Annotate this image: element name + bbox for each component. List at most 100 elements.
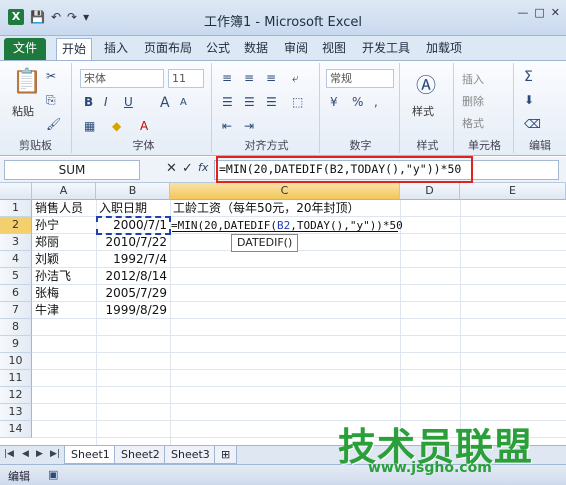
insert-cells-button[interactable]: 插入 <box>462 71 484 87</box>
spreadsheet-grid[interactable]: A B C D E 1 2 3 4 5 6 7 8 9 10 11 12 13 14 销售人员 入职日期 … <box>0 183 566 445</box>
cell-a2[interactable]: 孙宁 <box>35 217 59 234</box>
row-header-9[interactable]: 9 <box>0 336 32 353</box>
column-header-c[interactable]: C <box>170 183 400 200</box>
tab-data[interactable]: 数据 <box>240 38 272 60</box>
enter-icon[interactable]: ✓ <box>182 161 193 176</box>
font-name-select[interactable]: 宋体 <box>80 69 164 88</box>
border-icon[interactable]: ▦ <box>84 119 95 133</box>
grow-font-button[interactable]: A <box>160 95 170 111</box>
select-all-corner[interactable] <box>0 183 32 200</box>
column-header-a[interactable]: A <box>32 183 96 200</box>
tab-home[interactable]: 开始 <box>56 38 92 60</box>
row-header-11[interactable]: 11 <box>0 370 32 387</box>
cell-b4[interactable]: 1992/7/4 <box>96 251 170 268</box>
row-header-13[interactable]: 13 <box>0 404 32 421</box>
row-header-2[interactable]: 2 <box>0 217 32 234</box>
row-header-4[interactable]: 4 <box>0 251 32 268</box>
maximize-button[interactable]: □ <box>534 6 544 19</box>
cell-a7[interactable]: 牛津 <box>35 302 59 319</box>
shrink-font-button[interactable]: A <box>180 97 187 108</box>
paste-icon[interactable]: 📋 <box>12 67 42 95</box>
tab-insert[interactable]: 插入 <box>100 38 132 60</box>
cell-b6[interactable]: 2005/7/29 <box>96 285 170 302</box>
styles-icon[interactable]: Ⓐ <box>416 69 436 98</box>
cell-a4[interactable]: 刘颖 <box>35 251 59 268</box>
copy-icon[interactable]: ⎘ <box>46 93 56 108</box>
cell-c1[interactable]: 工龄工资（每年50元，20年封顶） <box>173 200 360 217</box>
format-cells-button[interactable]: 格式 <box>462 115 484 131</box>
paste-button[interactable]: 粘贴 <box>12 103 34 119</box>
tab-page-layout[interactable]: 页面布局 <box>140 38 196 60</box>
row-header-6[interactable]: 6 <box>0 285 32 302</box>
cell-a6[interactable]: 张梅 <box>35 285 59 302</box>
align-middle-icon[interactable]: ≡ <box>244 71 254 85</box>
insert-function-icon[interactable]: fx <box>198 161 208 174</box>
macro-record-icon[interactable]: ▣ <box>48 468 58 481</box>
cell-a1[interactable]: 销售人员 <box>35 200 83 217</box>
row-header-7[interactable]: 7 <box>0 302 32 319</box>
last-sheet-icon[interactable]: ▶| <box>50 449 60 459</box>
sheet-tab-2[interactable]: Sheet2 <box>114 446 167 464</box>
align-left-icon[interactable]: ☰ <box>222 95 233 109</box>
cancel-icon[interactable]: ✕ <box>166 161 177 176</box>
column-header-e[interactable]: E <box>460 183 566 200</box>
insert-sheet-icon[interactable]: ⊞ <box>214 446 238 464</box>
align-top-icon[interactable]: ≡ <box>222 71 232 85</box>
cut-icon[interactable]: ✂ <box>46 69 56 83</box>
row-header-12[interactable]: 12 <box>0 387 32 404</box>
percent-button[interactable]: % <box>352 95 363 109</box>
row-header-8[interactable]: 8 <box>0 319 32 336</box>
tab-review[interactable]: 审阅 <box>280 38 312 60</box>
merge-center-icon[interactable]: ⬚ <box>292 95 303 109</box>
cell-b7[interactable]: 1999/8/29 <box>96 302 170 319</box>
cell-a3[interactable]: 郑丽 <box>35 234 59 251</box>
format-painter-icon[interactable]: 🖌 <box>46 117 61 131</box>
fill-icon[interactable]: ⬇ <box>524 93 534 107</box>
align-center-icon[interactable]: ☰ <box>244 95 255 109</box>
number-format-select[interactable]: 常规 <box>326 69 394 88</box>
column-header-d[interactable]: D <box>400 183 460 200</box>
comma-icon[interactable]: , <box>374 95 378 109</box>
row-header-5[interactable]: 5 <box>0 268 32 285</box>
align-right-icon[interactable]: ☰ <box>266 95 277 109</box>
sheet-tab-1[interactable]: Sheet1 <box>64 446 117 464</box>
name-box[interactable]: SUM <box>4 160 140 180</box>
tab-addins[interactable]: 加载项 <box>422 38 466 60</box>
indent-decrease-icon[interactable]: ⇤ <box>222 119 232 133</box>
sheet-tab-3[interactable]: Sheet3 <box>164 446 217 464</box>
row-header-3[interactable]: 3 <box>0 234 32 251</box>
delete-cells-button[interactable]: 删除 <box>462 93 484 109</box>
tab-developer[interactable]: 开发工具 <box>358 38 414 60</box>
group-alignment: ≡ ≡ ≡ ⤶ ☰ ☰ ☰ ⬚ ⇤ ⇥ 对齐方式 <box>214 63 320 153</box>
autosum-button[interactable]: Σ <box>524 69 533 85</box>
cell-b3[interactable]: 2010/7/22 <box>96 234 170 251</box>
align-bottom-icon[interactable]: ≡ <box>266 71 276 85</box>
row-header-14[interactable]: 14 <box>0 421 32 438</box>
font-size-select[interactable]: 11 <box>168 69 204 88</box>
tab-file[interactable]: 文件 <box>4 38 46 60</box>
font-color-icon[interactable]: A <box>140 119 148 133</box>
cell-b5[interactable]: 2012/8/14 <box>96 268 170 285</box>
minimize-button[interactable]: — <box>517 6 528 19</box>
indent-increase-icon[interactable]: ⇥ <box>244 119 254 133</box>
bold-button[interactable]: B <box>84 95 93 109</box>
prev-sheet-icon[interactable]: ◀ <box>22 449 29 459</box>
cell-b1[interactable]: 入职日期 <box>99 200 147 217</box>
italic-button[interactable]: I <box>104 95 108 109</box>
function-tooltip[interactable]: DATEDIF() <box>231 234 299 252</box>
clear-icon[interactable]: ⌫ <box>524 117 541 131</box>
column-header-b[interactable]: B <box>96 183 170 200</box>
next-sheet-icon[interactable]: ▶ <box>36 449 43 459</box>
row-header-1[interactable]: 1 <box>0 200 32 217</box>
first-sheet-icon[interactable]: |◀ <box>4 449 14 459</box>
styles-button[interactable]: 样式 <box>412 103 434 119</box>
underline-button[interactable]: U <box>124 95 133 109</box>
tab-formulas[interactable]: 公式 <box>202 38 234 60</box>
tab-view[interactable]: 视图 <box>318 38 350 60</box>
row-header-10[interactable]: 10 <box>0 353 32 370</box>
close-button[interactable]: ✕ <box>551 6 560 19</box>
currency-icon[interactable]: ¥ <box>330 95 338 109</box>
fill-color-icon[interactable]: ◆ <box>112 119 121 133</box>
wrap-text-icon[interactable]: ⤶ <box>292 71 299 86</box>
cell-a5[interactable]: 孙洁飞 <box>35 268 71 285</box>
